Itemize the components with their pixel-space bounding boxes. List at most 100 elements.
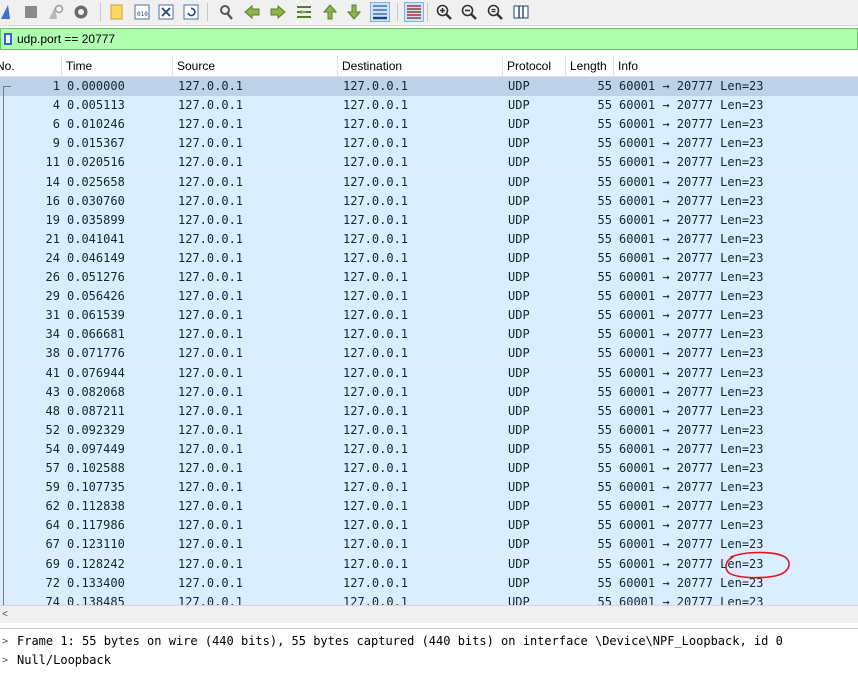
shark-fin-icon[interactable] [0,2,17,22]
packet-row[interactable]: 72 0.133400 127.0.0.1 127.0.0.1 UDP 55 60001 →… [0,573,858,593]
column-header-source[interactable]: Source [173,56,338,76]
display-filter-input[interactable]: udp.port == 20777 [17,32,115,46]
open-file-icon[interactable] [107,2,127,22]
column-header-no[interactable]: No. [0,56,62,76]
display-filter-bar[interactable]: udp.port == 20777 [0,28,858,50]
packet-info-cell: 60001 → 20777 Len=23 [619,327,764,342]
packet-no-cell: 19 [45,212,60,227]
packet-row[interactable]: 31 0.061539 127.0.0.1 127.0.0.1 UDP 55 60001 →… [0,306,858,326]
packet-destination-cell: 127.0.0.1 [343,384,409,399]
packet-row[interactable]: 6 0.010246 127.0.0.1 127.0.0.1 UDP 55 60001 → … [0,115,858,135]
packet-info-cell: 60001 → 20777 Len=23 [619,155,764,170]
packet-time-cell: 0.123110 [67,537,125,552]
packet-protocol-cell: UDP [508,575,530,590]
close-file-icon[interactable] [156,2,176,22]
packet-no-cell: 11 [45,155,60,170]
packet-destination-cell: 127.0.0.1 [343,461,409,475]
go-first-icon[interactable] [320,2,340,22]
packet-row[interactable]: 11 0.020516 127.0.0.1 127.0.0.1 UDP 55 60001 →… [0,153,858,173]
packet-row[interactable]: 24 0.046149 127.0.0.1 127.0.0.1 UDP 55 60001 →… [0,248,858,268]
packet-length-cell: 55 [597,136,612,151]
packet-length-cell: 55 [597,79,612,93]
packet-row[interactable]: 52 0.092329 127.0.0.1 127.0.0.1 UDP 55 60001 →… [0,420,858,440]
go-to-packet-icon[interactable] [294,2,314,22]
packet-time-cell: 0.005113 [67,98,125,113]
packet-time-cell: 0.020516 [67,155,125,170]
packet-destination-cell: 127.0.0.1 [343,212,409,227]
capture-options-gear-icon[interactable] [71,2,91,22]
packet-destination-cell: 127.0.0.1 [343,231,409,246]
packet-row[interactable]: 59 0.107735 127.0.0.1 127.0.0.1 UDP 55 60001 →… [0,478,858,498]
detail-row-null-loopback[interactable]: > Null/Loopback [0,651,858,670]
packet-no-cell: 26 [45,270,60,284]
column-header-info[interactable]: Info [614,56,858,76]
packet-row[interactable]: 41 0.076944 127.0.0.1 127.0.0.1 UDP 55 60001 →… [0,363,858,383]
related-packet-bracket-start [3,86,11,88]
packet-row[interactable]: 67 0.123110 127.0.0.1 127.0.0.1 UDP 55 60001 →… [0,535,858,555]
chevron-right-icon[interactable]: > [2,632,12,651]
detail-row-frame[interactable]: > Frame 1: 55 bytes on wire (440 bits), … [0,632,858,651]
packet-length-cell: 55 [597,422,612,437]
chevron-right-icon[interactable]: > [2,651,12,670]
packet-protocol-cell: UDP [508,155,530,170]
auto-scroll-icon[interactable] [370,2,390,22]
bookmark-icon[interactable] [3,32,13,46]
packet-protocol-cell: UDP [508,346,530,361]
go-back-icon[interactable] [242,2,262,22]
packet-source-cell: 127.0.0.1 [178,422,244,437]
packet-info-cell: 60001 → 20777 Len=23 [619,461,764,475]
packet-row[interactable]: 64 0.117986 127.0.0.1 127.0.0.1 UDP 55 60001 →… [0,516,858,536]
zoom-normal-icon[interactable] [485,2,505,22]
packet-list-hscrollbar[interactable]: < [0,605,858,623]
packet-row[interactable]: 4 0.005113 127.0.0.1 127.0.0.1 UDP 55 60001 → … [0,96,858,116]
column-header-length[interactable]: Length [566,56,614,76]
packet-list[interactable]: 1 0.000000 127.0.0.1 127.0.0.1 UDP 55 60001 → … [0,77,858,605]
packet-no-cell: 21 [45,231,60,246]
packet-row[interactable]: 19 0.035899 127.0.0.1 127.0.0.1 UDP 55 60001 →… [0,210,858,230]
zoom-out-icon[interactable] [459,2,479,22]
scroll-left-arrow-icon[interactable]: < [0,606,10,623]
packet-protocol-cell: UDP [508,250,530,265]
packet-row[interactable]: 74 0.138485 127.0.0.1 127.0.0.1 UDP 55 60001 →… [0,592,858,605]
zoom-in-icon[interactable] [434,2,454,22]
packet-row[interactable]: 9 0.015367 127.0.0.1 127.0.0.1 UDP 55 60001 → … [0,134,858,154]
column-header-protocol[interactable]: Protocol [503,56,566,76]
packet-length-cell: 55 [597,499,612,514]
packet-list-header: No. Time Source Destination Protocol Len… [0,56,858,77]
packet-row[interactable]: 26 0.051276 127.0.0.1 127.0.0.1 UDP 55 60001 →… [0,268,858,287]
packet-source-cell: 127.0.0.1 [178,289,244,304]
packet-row[interactable]: 14 0.025658 127.0.0.1 127.0.0.1 UDP 55 60001 →… [0,172,858,192]
packet-time-cell: 0.082068 [67,384,125,399]
packet-length-cell: 55 [597,575,612,590]
packet-protocol-cell: UDP [508,384,530,399]
packet-no-cell: 29 [45,289,60,304]
packet-row[interactable]: 48 0.087211 127.0.0.1 127.0.0.1 UDP 55 60001 →… [0,401,858,421]
save-file-icon[interactable]: 010 [132,2,152,22]
packet-row[interactable]: 62 0.112838 127.0.0.1 127.0.0.1 UDP 55 60001 →… [0,497,858,517]
packet-source-cell: 127.0.0.1 [178,518,244,533]
restart-fin-icon[interactable] [45,2,65,22]
packet-row[interactable]: 43 0.082068 127.0.0.1 127.0.0.1 UDP 55 60001 →… [0,382,858,402]
stop-square-icon[interactable] [21,2,41,22]
packet-row[interactable]: 21 0.041041 127.0.0.1 127.0.0.1 UDP 55 60001 →… [0,229,858,249]
packet-row[interactable]: 1 0.000000 127.0.0.1 127.0.0.1 UDP 55 60001 → … [0,77,858,96]
packet-row[interactable]: 57 0.102588 127.0.0.1 127.0.0.1 UDP 55 60001 →… [0,459,858,478]
packet-row[interactable]: 34 0.066681 127.0.0.1 127.0.0.1 UDP 55 60001 →… [0,325,858,345]
resize-columns-icon[interactable] [511,2,531,22]
packet-row[interactable]: 38 0.071776 127.0.0.1 127.0.0.1 UDP 55 60001 →… [0,344,858,364]
reload-file-icon[interactable] [181,2,201,22]
find-packet-icon[interactable] [216,2,236,22]
column-header-time[interactable]: Time [62,56,173,76]
packet-source-cell: 127.0.0.1 [178,250,244,265]
packet-row[interactable]: 29 0.056426 127.0.0.1 127.0.0.1 UDP 55 60001 →… [0,287,858,307]
column-header-destination[interactable]: Destination [338,56,503,76]
packet-destination-cell: 127.0.0.1 [343,117,409,132]
colorize-icon[interactable] [404,2,424,22]
go-forward-icon[interactable] [268,2,288,22]
packet-info-cell: 60001 → 20777 Len=23 [619,117,764,132]
go-last-icon[interactable] [344,2,364,22]
packet-row[interactable]: 16 0.030760 127.0.0.1 127.0.0.1 UDP 55 60001 →… [0,191,858,211]
packet-row[interactable]: 69 0.128242 127.0.0.1 127.0.0.1 UDP 55 60001 →… [0,554,858,574]
packet-source-cell: 127.0.0.1 [178,403,244,418]
packet-row[interactable]: 54 0.097449 127.0.0.1 127.0.0.1 UDP 55 60001 →… [0,439,858,459]
